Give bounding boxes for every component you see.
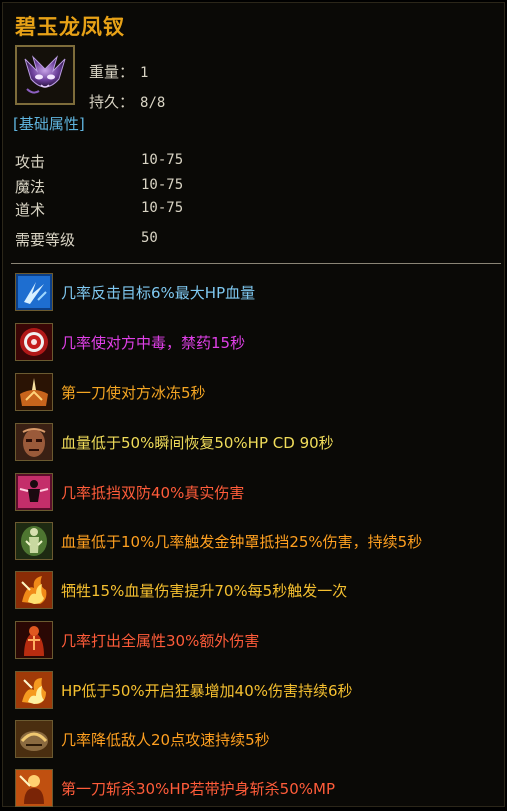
skill-row: 牺牲15%血量伤害提升70%每5秒触发一次 <box>15 571 503 609</box>
berserk-fire-icon <box>15 671 53 709</box>
base-attributes-heading: [基础属性] <box>13 115 85 133</box>
item-name: 碧玉龙凤钗 <box>15 15 125 39</box>
attr-value: 10-75 <box>141 152 184 168</box>
red-target-icon <box>15 323 53 361</box>
skill-text: 血量低于10%几率触发金钟罩抵挡25%伤害，持续5秒 <box>61 533 423 551</box>
skill-text: 牺牲15%血量伤害提升70%每5秒触发一次 <box>61 582 348 600</box>
attr-value: 10-75 <box>141 177 184 193</box>
skill-row: 第一刀斩杀30%HP若带护身斩杀50%MP <box>15 769 503 807</box>
sacrifice-fire-icon <box>15 571 53 609</box>
skill-text: 几率打出全属性30%额外伤害 <box>61 632 260 650</box>
skill-row: 血量低于50%瞬间恢复50%HP CD 90秒 <box>15 423 503 461</box>
skill-row: 血量低于10%几率触发金钟罩抵挡25%伤害，持续5秒 <box>15 522 503 560</box>
warrior-face-icon <box>15 423 53 461</box>
golden-bell-icon <box>15 522 53 560</box>
section-divider <box>11 263 501 264</box>
skill-text: 几率使对方中毒，禁药15秒 <box>61 334 246 352</box>
attr-value: 10-75 <box>141 200 184 216</box>
skill-row: HP低于50%开启狂暴增加40%伤害持续6秒 <box>15 671 503 709</box>
skill-text: HP低于50%开启狂暴增加40%伤害持续6秒 <box>61 682 353 700</box>
skill-text: 几率反击目标6%最大HP血量 <box>61 284 256 302</box>
skill-row: 几率降低敌人20点攻速持续5秒 <box>15 720 503 758</box>
skill-row: 几率打出全属性30%额外伤害 <box>15 621 503 659</box>
skill-text: 几率抵挡双防40%真实伤害 <box>61 484 245 502</box>
weight-stat: 重量： 1 <box>89 61 148 82</box>
skill-text: 第一刀使对方冰冻5秒 <box>61 384 206 402</box>
skill-row: 几率反击目标6%最大HP血量 <box>15 273 503 311</box>
attr-name: 魔法 <box>15 178 46 196</box>
weight-label: 重量： <box>89 63 135 81</box>
purple-dragon-hairpin-icon <box>15 45 75 105</box>
attr-name: 攻击 <box>15 153 46 171</box>
attr-name: 需要等级 <box>15 231 76 249</box>
attr-value: 50 <box>141 230 158 246</box>
skill-text: 几率降低敌人20点攻速持续5秒 <box>61 731 270 749</box>
blue-slash-icon <box>15 273 53 311</box>
full-attr-strike-icon <box>15 621 53 659</box>
double-shield-icon <box>15 473 53 511</box>
durability-label: 持久： <box>89 93 135 111</box>
skill-row: 几率使对方中毒，禁药15秒 <box>15 323 503 361</box>
ice-burst-icon <box>15 373 53 411</box>
attr-name: 道术 <box>15 201 46 219</box>
skill-text: 第一刀斩杀30%HP若带护身斩杀50%MP <box>61 780 335 798</box>
durability-stat: 持久： 8/8 <box>89 91 165 112</box>
skill-row: 第一刀使对方冰冻5秒 <box>15 373 503 411</box>
weight-value: 1 <box>140 65 149 81</box>
item-tooltip: 碧玉龙凤钗 重量： 1 持久： 8/8 [基础属性] 攻击 10-75 魔法 1… <box>2 2 505 807</box>
durability-value: 8/8 <box>140 95 166 111</box>
skill-row: 几率抵挡双防40%真实伤害 <box>15 473 503 511</box>
speed-down-icon <box>15 720 53 758</box>
execute-blade-icon <box>15 769 53 807</box>
skill-text: 血量低于50%瞬间恢复50%HP CD 90秒 <box>61 434 334 452</box>
